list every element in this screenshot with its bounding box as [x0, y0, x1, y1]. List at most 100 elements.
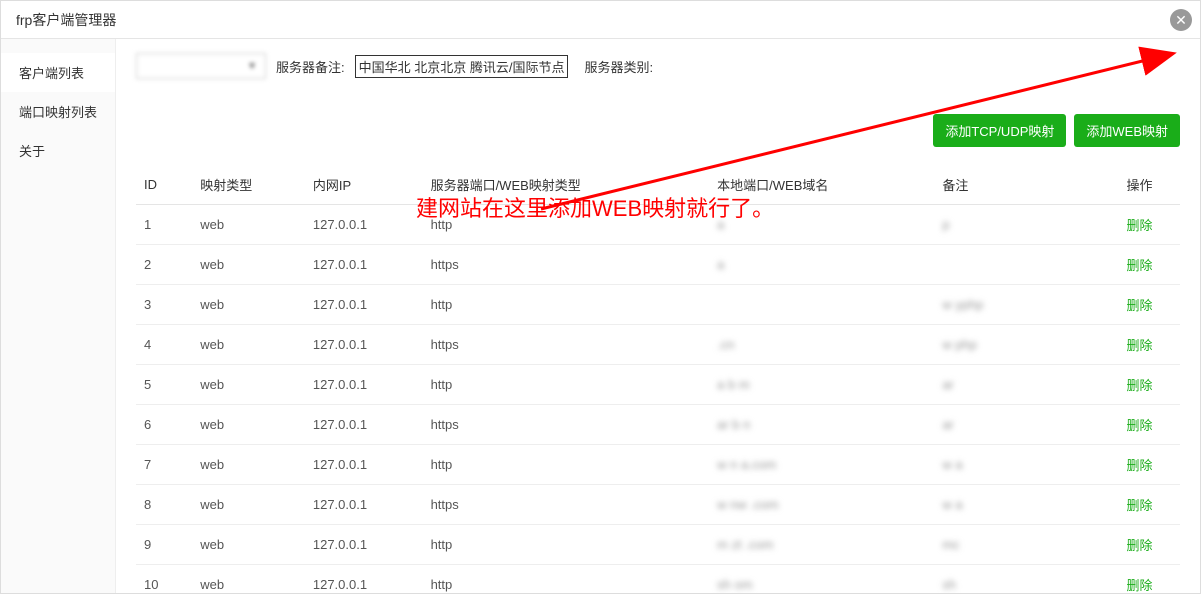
cell-port: http — [423, 285, 710, 325]
cell-type: web — [192, 405, 305, 445]
cell-port: http — [423, 525, 710, 565]
cell-action: 删除 — [1119, 285, 1180, 325]
cell-type: web — [192, 365, 305, 405]
toolbar: ▼ 服务器备注: 中国华北 北京北京 腾讯云/国际节点 服务器类别: — [136, 53, 1180, 79]
server-category-label: 服务器类别: — [584, 57, 653, 76]
cell-action: 删除 — [1119, 245, 1180, 285]
close-icon[interactable]: ✕ — [1170, 9, 1192, 31]
cell-domain: .cn — [709, 325, 934, 365]
cell-type: web — [192, 205, 305, 245]
cell-remark: ar — [934, 405, 1118, 445]
sidebar-item-label: 关于 — [19, 144, 45, 159]
cell-domain: a — [709, 245, 934, 285]
cell-type: web — [192, 445, 305, 485]
main-content: ▼ 服务器备注: 中国华北 北京北京 腾讯云/国际节点 服务器类别: 添加TCP… — [116, 39, 1200, 593]
cell-domain: a b m — [709, 365, 934, 405]
delete-link[interactable]: 删除 — [1127, 298, 1153, 313]
cell-port: http — [423, 565, 710, 594]
delete-link[interactable]: 删除 — [1127, 498, 1153, 513]
cell-id: 1 — [136, 205, 192, 245]
table-row: 5web127.0.0.1httpa b mar删除 — [136, 365, 1180, 405]
cell-port: https — [423, 485, 710, 525]
cell-id: 3 — [136, 285, 192, 325]
cell-ip: 127.0.0.1 — [305, 405, 423, 445]
cell-action: 删除 — [1119, 445, 1180, 485]
cell-action: 删除 — [1119, 525, 1180, 565]
app-window: frp客户端管理器 ✕ 客户端列表 端口映射列表 关于 ▼ 服务器备注: 中国华… — [0, 0, 1201, 594]
table-row: 1web127.0.0.1httpap 删除 — [136, 205, 1180, 245]
delete-link[interactable]: 删除 — [1127, 538, 1153, 553]
add-tcp-udp-button[interactable]: 添加TCP/UDP映射 — [933, 114, 1066, 147]
th-type: 映射类型 — [192, 165, 305, 205]
cell-type: web — [192, 485, 305, 525]
cell-port: https — [423, 245, 710, 285]
cell-remark: w yphp — [934, 285, 1118, 325]
th-port: 服务器端口/WEB映射类型 — [423, 165, 710, 205]
table-row: 6web127.0.0.1httpsar b nar 删除 — [136, 405, 1180, 445]
titlebar: frp客户端管理器 ✕ — [1, 1, 1200, 39]
sidebar-item-label: 端口映射列表 — [19, 105, 97, 120]
cell-type: web — [192, 245, 305, 285]
table-row: 7web127.0.0.1httpw n a.comw a删除 — [136, 445, 1180, 485]
cell-ip: 127.0.0.1 — [305, 365, 423, 405]
add-web-button[interactable]: 添加WEB映射 — [1074, 114, 1180, 147]
sidebar-item-port-mapping[interactable]: 端口映射列表 — [1, 92, 115, 131]
cell-remark: w a — [934, 485, 1118, 525]
cell-remark — [934, 245, 1118, 285]
action-buttons: 添加TCP/UDP映射 添加WEB映射 — [136, 114, 1180, 147]
cell-port: http — [423, 365, 710, 405]
cell-domain — [709, 285, 934, 325]
cell-action: 删除 — [1119, 485, 1180, 525]
cell-action: 删除 — [1119, 565, 1180, 594]
server-select[interactable]: ▼ — [136, 53, 266, 79]
cell-ip: 127.0.0.1 — [305, 445, 423, 485]
cell-remark: w a — [934, 445, 1118, 485]
cell-ip: 127.0.0.1 — [305, 485, 423, 525]
sidebar-item-about[interactable]: 关于 — [1, 131, 115, 170]
table-row: 10web127.0.0.1httpsh omsh删除 — [136, 565, 1180, 594]
table-row: 9web127.0.0.1httpm zt .commc删除 — [136, 525, 1180, 565]
cell-port: http — [423, 205, 710, 245]
cell-id: 6 — [136, 405, 192, 445]
th-id: ID — [136, 165, 192, 205]
cell-action: 删除 — [1119, 365, 1180, 405]
delete-link[interactable]: 删除 — [1127, 258, 1153, 273]
cell-id: 2 — [136, 245, 192, 285]
delete-link[interactable]: 删除 — [1127, 458, 1153, 473]
th-ip: 内网IP — [305, 165, 423, 205]
table-row: 8web127.0.0.1httpsw nw .comw a删除 — [136, 485, 1180, 525]
cell-ip: 127.0.0.1 — [305, 565, 423, 594]
cell-port: http — [423, 445, 710, 485]
cell-remark: mc — [934, 525, 1118, 565]
chevron-down-icon: ▼ — [247, 61, 257, 72]
cell-action: 删除 — [1119, 205, 1180, 245]
cell-remark: p — [934, 205, 1118, 245]
cell-id: 10 — [136, 565, 192, 594]
table-header-row: ID 映射类型 内网IP 服务器端口/WEB映射类型 本地端口/WEB域名 备注… — [136, 165, 1180, 205]
cell-ip: 127.0.0.1 — [305, 205, 423, 245]
cell-type: web — [192, 565, 305, 594]
cell-id: 9 — [136, 525, 192, 565]
cell-domain: ar b n — [709, 405, 934, 445]
window-title: frp客户端管理器 — [16, 10, 116, 30]
delete-link[interactable]: 删除 — [1127, 378, 1153, 393]
delete-link[interactable]: 删除 — [1127, 418, 1153, 433]
cell-domain: sh om — [709, 565, 934, 594]
table-row: 4web127.0.0.1https.cnw php删除 — [136, 325, 1180, 365]
body-layout: 客户端列表 端口映射列表 关于 ▼ 服务器备注: 中国华北 北京北京 腾讯云/国… — [1, 39, 1200, 593]
cell-id: 4 — [136, 325, 192, 365]
table-row: 3web127.0.0.1httpw yphp删除 — [136, 285, 1180, 325]
table-row: 2web127.0.0.1httpsa删除 — [136, 245, 1180, 285]
cell-action: 删除 — [1119, 405, 1180, 445]
delete-link[interactable]: 删除 — [1127, 338, 1153, 353]
delete-link[interactable]: 删除 — [1127, 218, 1153, 233]
th-action: 操作 — [1119, 165, 1180, 205]
cell-port: https — [423, 405, 710, 445]
mapping-table: ID 映射类型 内网IP 服务器端口/WEB映射类型 本地端口/WEB域名 备注… — [136, 165, 1180, 593]
th-remark: 备注 — [934, 165, 1118, 205]
cell-id: 8 — [136, 485, 192, 525]
delete-link[interactable]: 删除 — [1127, 578, 1153, 593]
cell-domain: a — [709, 205, 934, 245]
sidebar-item-clients[interactable]: 客户端列表 — [1, 53, 115, 92]
cell-remark: w php — [934, 325, 1118, 365]
